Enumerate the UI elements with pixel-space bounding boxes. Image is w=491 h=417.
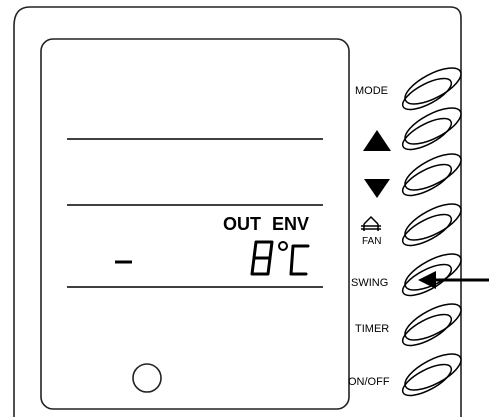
onoff-button[interactable] bbox=[398, 347, 466, 402]
down-button[interactable] bbox=[398, 147, 466, 202]
up-arrow-icon bbox=[363, 130, 391, 151]
controller-illustration: OUT ENV – 8 °C MODE ▲ ▼ FAN bbox=[13, 6, 489, 417]
mode-button-label: MODE bbox=[355, 85, 388, 97]
fan-house-icon bbox=[361, 215, 381, 231]
down-arrow-icon bbox=[364, 179, 390, 198]
display-heading-out: OUT bbox=[223, 214, 261, 234]
fan-button-label: FAN bbox=[362, 236, 381, 247]
sensor-window bbox=[132, 363, 162, 393]
timer-button[interactable] bbox=[398, 297, 466, 352]
fan-button[interactable] bbox=[398, 197, 466, 252]
swing-button-label: SWING bbox=[351, 277, 388, 289]
display-degree-sign bbox=[278, 241, 288, 251]
display-heading-env: ENV bbox=[272, 214, 309, 234]
mode-button[interactable] bbox=[398, 61, 466, 116]
onoff-button-label: ON/OFF bbox=[348, 376, 390, 388]
controller-casing bbox=[13, 6, 462, 417]
display-digit-eight bbox=[250, 240, 274, 276]
display-celsius-c bbox=[289, 244, 310, 276]
timer-button-label: TIMER bbox=[355, 323, 389, 335]
remote-controller-diagram: OUT ENV – 8 °C MODE ▲ ▼ FAN bbox=[0, 0, 491, 417]
